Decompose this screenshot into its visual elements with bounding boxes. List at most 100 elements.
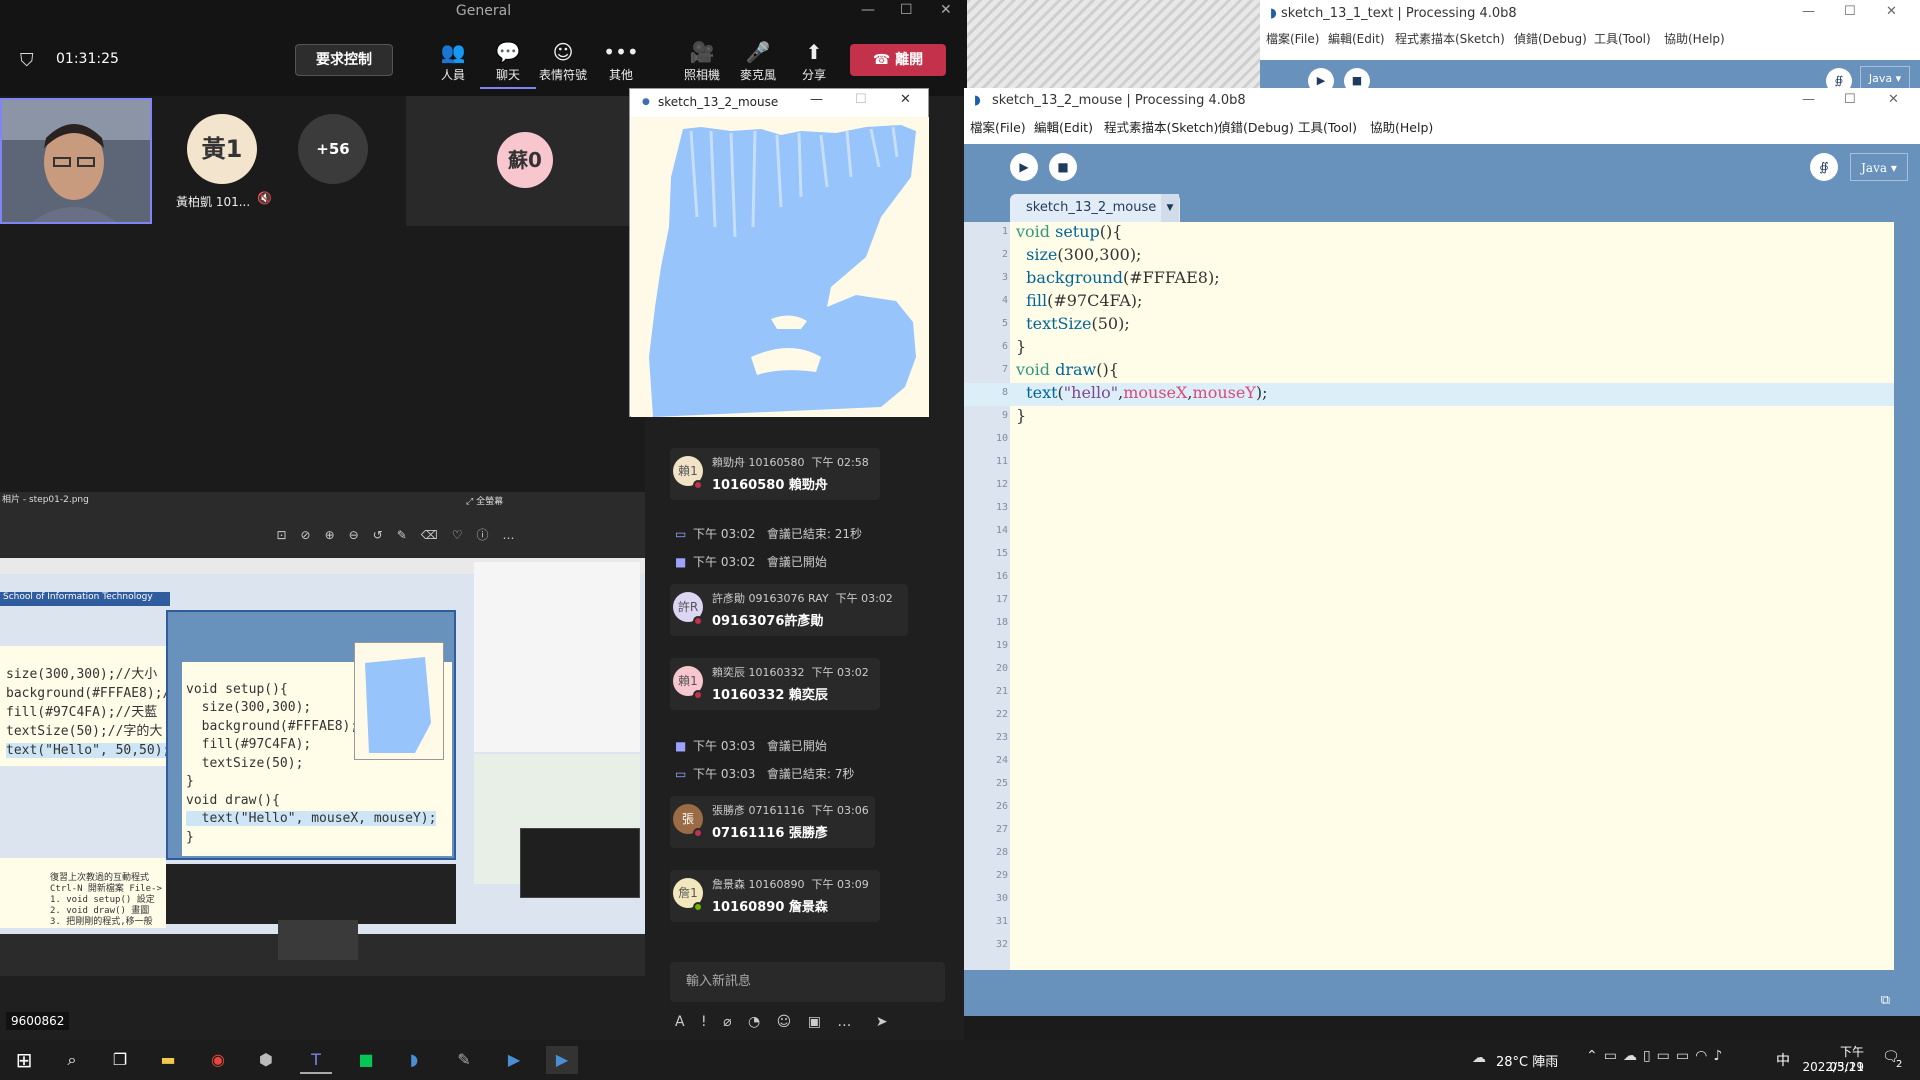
processing-window-bg[interactable]: ◗ sketch_13_1_text | Processing 4.0b8 — … bbox=[1260, 0, 1920, 94]
debug-icon[interactable]: ∯ bbox=[1810, 153, 1838, 181]
file-explorer-icon[interactable]: ▬ bbox=[152, 1046, 184, 1074]
request-control-button[interactable]: 要求控制 bbox=[295, 44, 393, 76]
reactions-button[interactable]: ☺ 表情符號 bbox=[535, 40, 591, 83]
sketch-taskbar-icon-active[interactable]: ▶ bbox=[546, 1046, 578, 1074]
run-button[interactable]: ▶ bbox=[1010, 153, 1038, 181]
menu-tool[interactable]: 工具(Tool) bbox=[1594, 30, 1651, 47]
paint-icon[interactable]: ✎ bbox=[448, 1046, 480, 1074]
maximize-icon[interactable]: ☐ bbox=[900, 2, 913, 18]
minimize-icon[interactable]: — bbox=[810, 92, 823, 107]
close-icon[interactable]: ✕ bbox=[940, 2, 952, 18]
teams-icon[interactable]: T bbox=[300, 1046, 332, 1074]
menu-sketch[interactable]: 程式素描本(Sketch) bbox=[1395, 30, 1505, 47]
window-title: ● sketch_13_2_mouse bbox=[630, 89, 930, 115]
close-icon[interactable]: ✕ bbox=[1886, 4, 1897, 19]
line-number: 25 bbox=[995, 778, 1008, 789]
loop-icon[interactable]: ◔ bbox=[748, 1014, 760, 1030]
event-text: 會議已結束: 7秒 bbox=[766, 767, 855, 781]
mode-selector[interactable]: Java ▾ bbox=[1850, 153, 1908, 181]
tab-sketch[interactable]: sketch_13_2_mouse bbox=[1010, 194, 1180, 222]
desktop-background bbox=[967, 0, 1260, 90]
fullscreen-label: 全螢幕 bbox=[476, 497, 504, 507]
processing-taskbar-icon[interactable]: ◗ bbox=[398, 1046, 430, 1074]
menu-tool[interactable]: 工具(Tool) bbox=[1298, 116, 1357, 140]
mode-selector[interactable]: Java ▾ bbox=[1860, 66, 1910, 90]
viewer-toolbar[interactable]: ⊡⊘⊕⊖↺✎⌫♡ⓘ… bbox=[0, 524, 645, 546]
participant-tile-2[interactable]: 蘇0 bbox=[406, 96, 645, 226]
gif-icon[interactable]: ▣ bbox=[808, 1014, 821, 1030]
line-number: 2 bbox=[1001, 249, 1008, 260]
menu-file[interactable]: 檔案(File) bbox=[1266, 30, 1319, 47]
minimize-icon[interactable]: — bbox=[1802, 92, 1815, 107]
event-text: 會議已結束: 21秒 bbox=[766, 527, 862, 541]
chat-button[interactable]: 💬 聊天 bbox=[480, 40, 536, 89]
chrome-icon[interactable]: ◉ bbox=[202, 1046, 234, 1074]
expand-icon: ⤢ bbox=[466, 497, 477, 507]
minimize-icon[interactable]: — bbox=[861, 2, 875, 18]
menu-help[interactable]: 協助(Help) bbox=[1664, 30, 1725, 47]
leave-button[interactable]: ☎ 離開 bbox=[850, 44, 946, 76]
self-video-tile[interactable] bbox=[0, 98, 152, 224]
menu-debug[interactable]: 偵錯(Debug) bbox=[1218, 116, 1294, 140]
maximize-icon[interactable]: ☐ bbox=[1844, 4, 1856, 19]
weather-text[interactable]: 28°C 陣雨 bbox=[1496, 1051, 1558, 1070]
weather-icon[interactable]: ☁ bbox=[1472, 1050, 1486, 1066]
unity-icon[interactable]: ⬢ bbox=[250, 1046, 282, 1074]
menu-bar: 檔案(File) 編輯(Edit) 程式素描本(Sketch) 偵錯(Debug… bbox=[964, 116, 1920, 140]
format-icon[interactable]: A bbox=[675, 1014, 685, 1030]
menu-help[interactable]: 協助(Help) bbox=[1370, 116, 1433, 140]
overflow-participants[interactable]: +56 bbox=[298, 114, 368, 184]
start-icon[interactable]: ⊞ bbox=[8, 1046, 40, 1074]
emoji-icon[interactable]: ☺ bbox=[777, 1014, 792, 1030]
mic-button[interactable]: 🎤 麥克風 bbox=[730, 40, 786, 83]
code-line-7: void draw(){ bbox=[1016, 360, 1119, 379]
fullscreen-button[interactable]: ⤢ 全螢幕 bbox=[466, 494, 503, 507]
maximize-icon[interactable]: ☐ bbox=[1844, 92, 1856, 107]
tray-icons[interactable]: ⌃▭☁▯▭▭◠♪ bbox=[1586, 1048, 1728, 1064]
camera-button[interactable]: 🎥 照相機 bbox=[674, 40, 730, 83]
timestamp: 下午 03:02 bbox=[835, 592, 893, 605]
code-line: background(#FFFAE8); bbox=[186, 718, 359, 734]
sketch-output-window[interactable]: ● sketch_13_2_mouse — ☐ ✕ bbox=[629, 88, 929, 417]
minimize-icon[interactable]: — bbox=[1802, 4, 1815, 19]
search-icon[interactable]: ⌕ bbox=[56, 1046, 88, 1074]
sketch-canvas[interactable] bbox=[631, 117, 929, 417]
line-icon[interactable]: ■ bbox=[350, 1046, 382, 1074]
code-editor[interactable] bbox=[1010, 222, 1894, 970]
console-toggle-icon[interactable]: ⧉ bbox=[1881, 993, 1890, 1008]
menu-file[interactable]: 檔案(File) bbox=[970, 116, 1026, 140]
chat-message: 許R 許彥勛 09163076 RAY 下午 03:02 09163076許彥勛 bbox=[670, 584, 908, 636]
share-button[interactable]: ⬆ 分享 bbox=[786, 40, 842, 83]
keyword: void bbox=[1016, 360, 1051, 379]
function-name: fill bbox=[1026, 291, 1048, 310]
menu-edit[interactable]: 編輯(Edit) bbox=[1034, 116, 1093, 140]
code-text: (){ bbox=[1099, 222, 1123, 241]
thumbnail-strip[interactable] bbox=[278, 920, 358, 960]
sketch-taskbar-icon[interactable]: ▶ bbox=[498, 1046, 530, 1074]
timestamp: 下午 03:09 bbox=[811, 878, 869, 891]
menu-edit[interactable]: 編輯(Edit) bbox=[1328, 30, 1385, 47]
function-name: background bbox=[1026, 268, 1123, 287]
clock-date[interactable]: 2022/5/19 bbox=[1802, 1060, 1864, 1074]
close-icon[interactable]: ✕ bbox=[1888, 92, 1899, 107]
sender: 賴勁舟 10160580 bbox=[712, 456, 805, 469]
more-options-icon[interactable]: … bbox=[837, 1014, 851, 1030]
tab-menu-arrow[interactable]: ▼ bbox=[1161, 194, 1179, 222]
send-icon[interactable]: ➤ bbox=[876, 1014, 888, 1030]
more-button[interactable]: ••• 其他 bbox=[593, 40, 649, 83]
chat-message: 張 張勝彥 07161116 下午 03:06 07161116 張勝彥 bbox=[670, 796, 875, 848]
menu-sketch[interactable]: 程式素描本(Sketch) bbox=[1104, 116, 1218, 140]
participant-avatar-1[interactable]: 黃1 bbox=[187, 114, 257, 184]
stop-button[interactable]: ■ bbox=[1049, 153, 1077, 181]
meeting-event: ▭ 下午 03:03 會議已結束: 7秒 bbox=[675, 765, 854, 782]
menu-debug[interactable]: 偵錯(Debug) bbox=[1514, 30, 1587, 47]
ime-indicator[interactable]: 中 bbox=[1776, 1050, 1790, 1070]
editor-scrollbar[interactable] bbox=[1894, 222, 1920, 970]
compose-message-input[interactable]: 輸入新訊息 bbox=[670, 962, 945, 1002]
close-icon[interactable]: ✕ bbox=[900, 92, 911, 107]
task-view-icon[interactable]: ❐ bbox=[104, 1046, 136, 1074]
people-button[interactable]: 👥 人員 bbox=[425, 40, 481, 83]
attach-icon[interactable]: ⌀ bbox=[723, 1014, 731, 1030]
presenter-label: 9600862 bbox=[6, 1012, 70, 1030]
important-icon[interactable]: ! bbox=[701, 1014, 707, 1030]
